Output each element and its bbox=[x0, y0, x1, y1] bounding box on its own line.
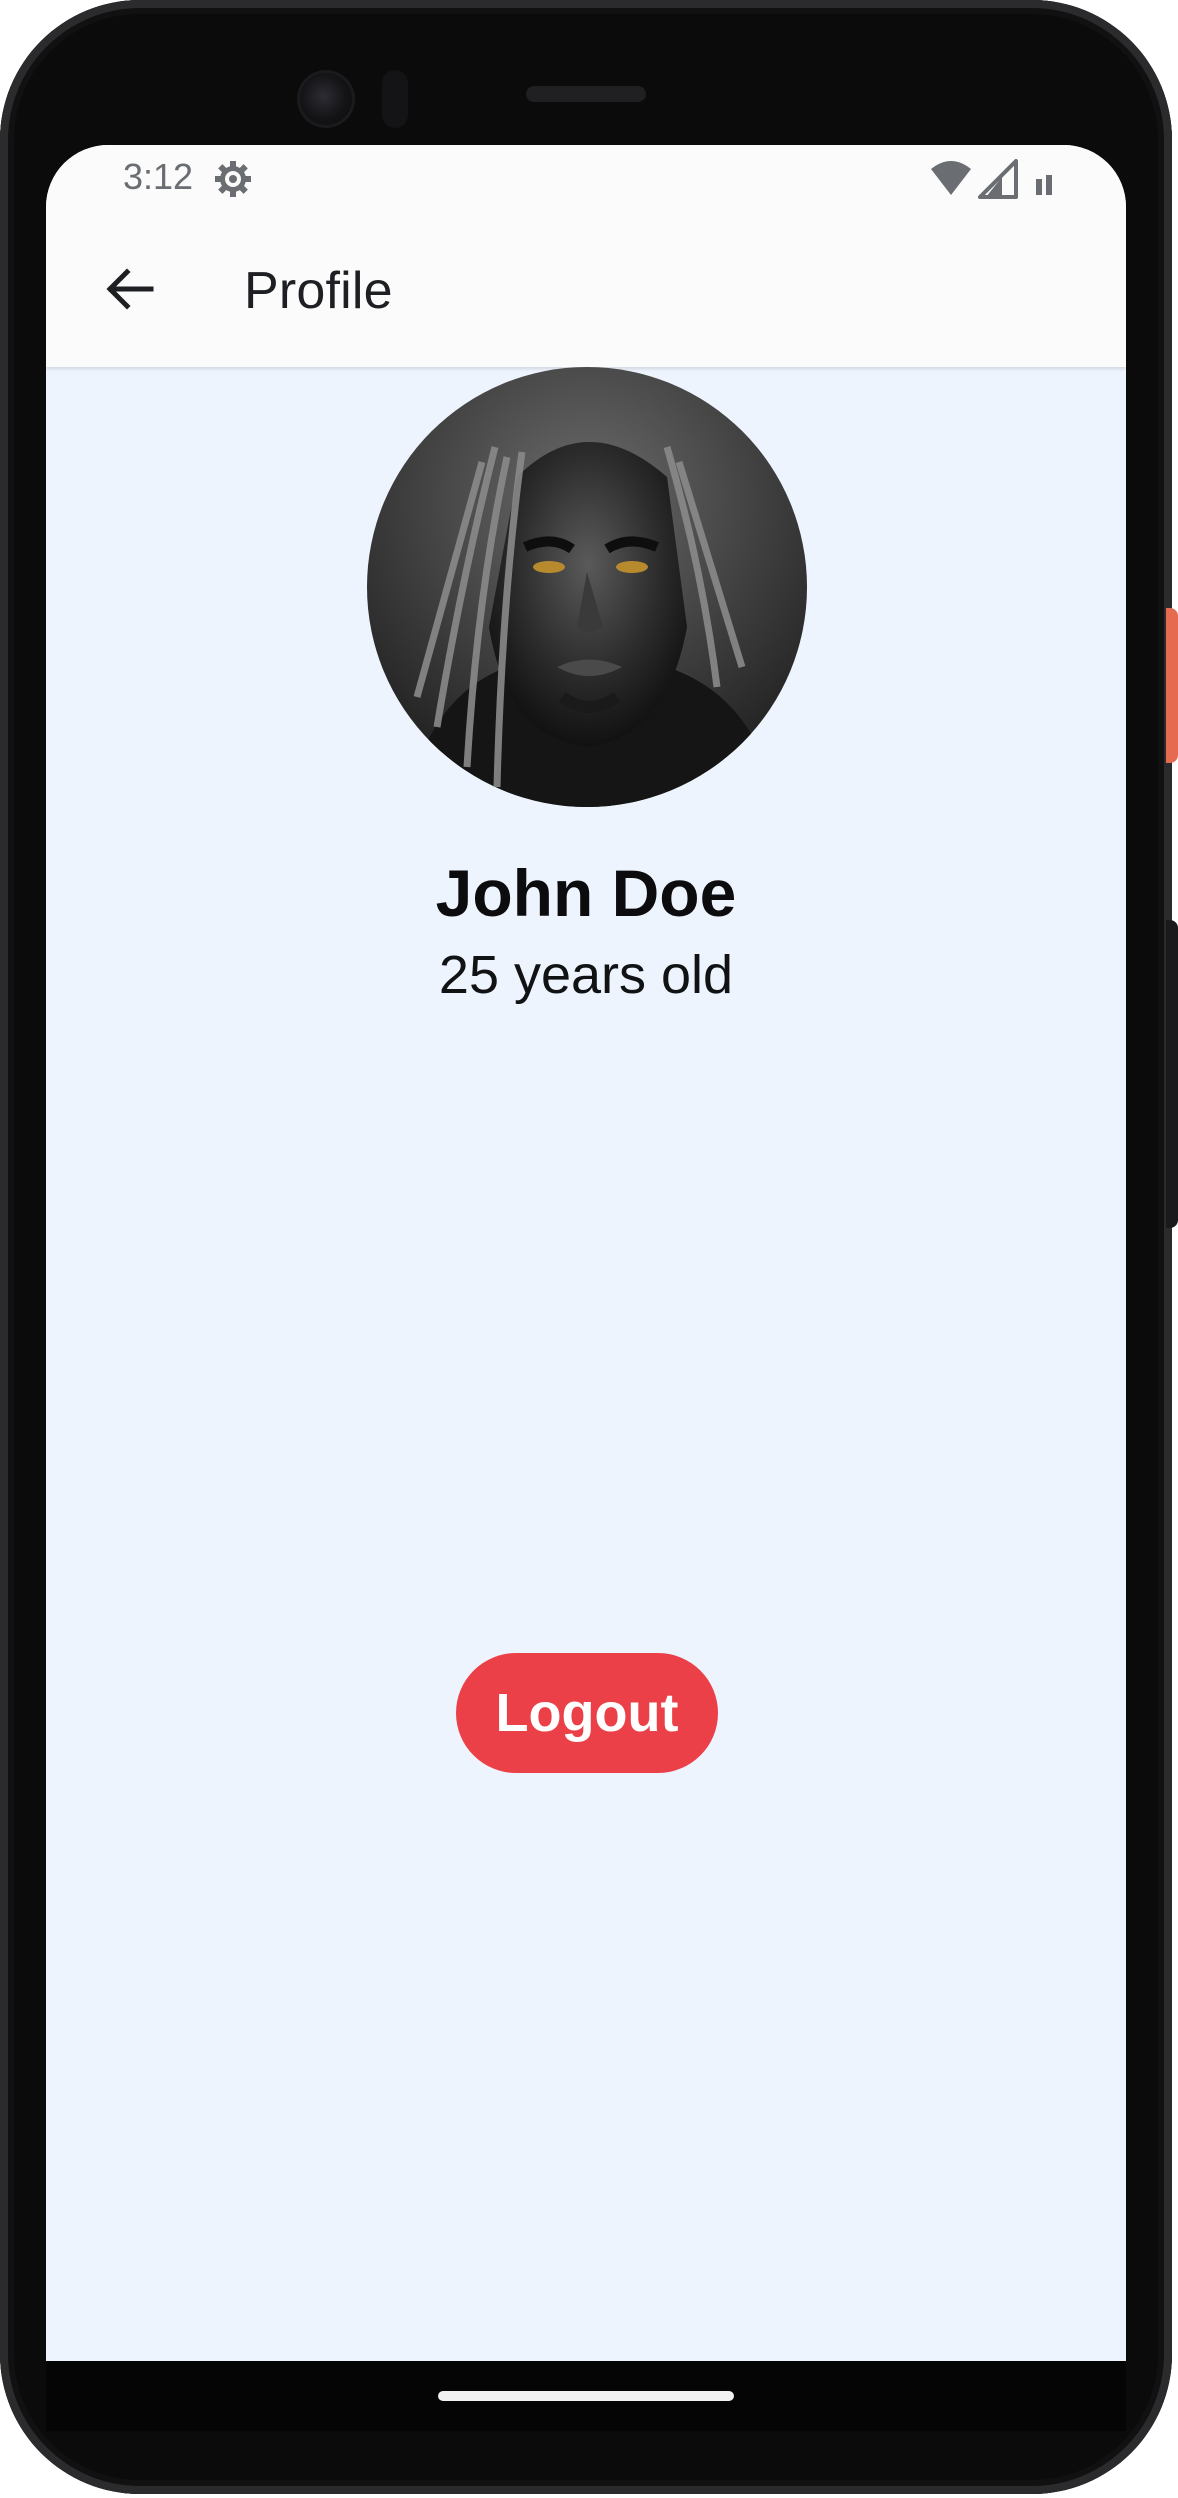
phone-screen: 3:12 Profile John Doe 25 years old Logou… bbox=[46, 145, 1126, 2361]
proximity-sensor bbox=[382, 70, 408, 128]
logout-button[interactable]: Logout bbox=[456, 1653, 718, 1773]
back-button[interactable] bbox=[94, 253, 166, 325]
home-indicator[interactable] bbox=[438, 2391, 734, 2401]
page-title: Profile bbox=[244, 262, 393, 320]
status-time: 3:12 bbox=[123, 156, 194, 197]
status-bar: 3:12 bbox=[46, 145, 1126, 211]
volume-button bbox=[1166, 920, 1178, 1228]
arrow-back-icon bbox=[106, 268, 154, 310]
wifi-icon bbox=[931, 161, 971, 195]
profile-avatar bbox=[367, 367, 807, 807]
app-bar: Profile bbox=[46, 211, 1126, 367]
settings-gear-icon bbox=[215, 161, 251, 197]
avatar-portrait bbox=[367, 367, 807, 807]
battery-icon bbox=[1036, 175, 1052, 195]
profile-name: John Doe bbox=[435, 856, 737, 930]
front-camera bbox=[300, 73, 352, 125]
profile-age: 25 years old bbox=[438, 945, 734, 1005]
power-button bbox=[1166, 608, 1178, 763]
cell-signal-icon bbox=[978, 159, 1018, 199]
earpiece-speaker bbox=[526, 86, 646, 102]
